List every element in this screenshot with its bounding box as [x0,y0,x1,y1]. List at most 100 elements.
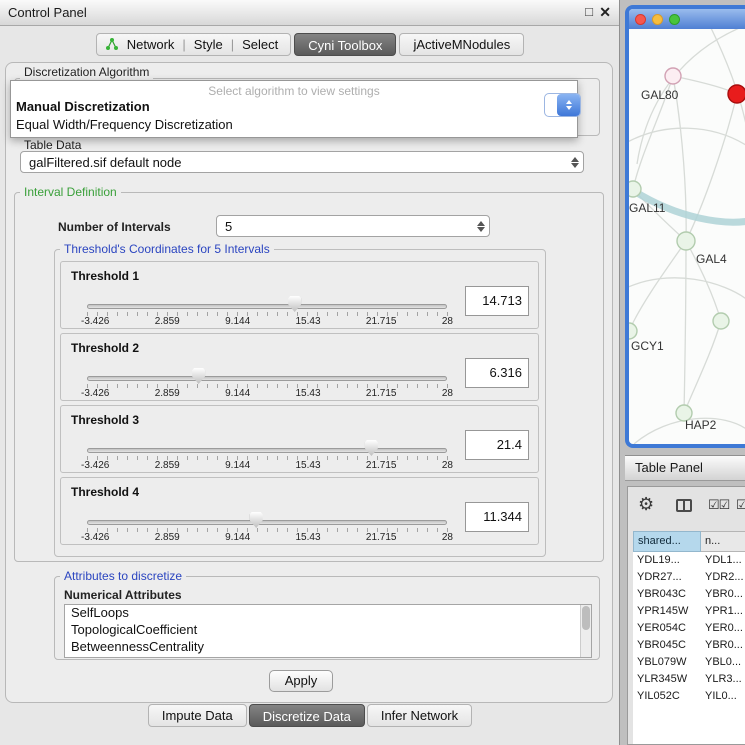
scale-tick-label: 21.715 [366,532,397,543]
network-node-label: GAL11 [629,201,666,215]
table-data-label: Table Data [24,138,81,152]
apply-button[interactable]: Apply [269,670,333,692]
table-cell[interactable]: YLR345W [633,671,701,688]
table-row[interactable]: YER054CYER0... [633,620,745,637]
close-icon[interactable]: ✕ [599,4,611,21]
table-cell[interactable]: YIL052C [633,688,701,705]
table-row[interactable]: YPR145WYPR1... [633,603,745,620]
checkbox-icon[interactable]: ☑ [736,497,745,513]
threshold-slider-track[interactable] [87,376,447,381]
table-data-combobox[interactable]: galFiltered.sif default node [20,151,584,173]
network-node[interactable] [629,323,637,339]
network-node[interactable] [629,181,641,197]
threshold-value-field[interactable]: 11.344 [465,502,529,532]
attributes-group-label: Attributes to discretize [60,569,186,583]
table-cell[interactable]: YDL1... [701,552,745,569]
column-header-name[interactable]: n... [701,531,745,552]
tab-style[interactable]: Style [186,37,231,52]
algorithm-dropdown-popup: Select algorithm to view settings Manual… [10,80,578,138]
tab-select[interactable]: Select [234,37,286,52]
threshold-value-field[interactable]: 21.4 [465,430,529,460]
network-window-titlebar[interactable] [629,9,745,29]
table-row[interactable]: YBL079WYBL0... [633,654,745,671]
table-cell[interactable]: YER0... [701,620,745,637]
table-cell[interactable]: YDR27... [633,569,701,586]
table-rows: YDL19...YDL1...YDR27...YDR2...YBR043CYBR… [633,552,745,705]
threshold-slider-thumb[interactable] [288,296,301,312]
threshold-slider-track[interactable] [87,304,447,309]
threshold-label: Threshold 1 [71,269,139,283]
table-row[interactable]: YBR043CYBR0... [633,586,745,603]
zoom-traffic-light-icon[interactable] [669,14,680,25]
table-cell[interactable]: YLR3... [701,671,745,688]
threshold-box: Threshold 2-3.4262.8599.14415.4321.71528… [60,333,539,401]
table-cell[interactable]: YBR0... [701,637,745,654]
network-node[interactable] [665,68,681,84]
threshold-slider-thumb[interactable] [250,512,263,528]
threshold-value-field[interactable]: 14.713 [465,286,529,316]
threshold-slider-track[interactable] [87,448,447,453]
threshold-slider-thumb[interactable] [192,368,205,384]
table-cell[interactable]: YDL19... [633,552,701,569]
scale-tick-label: 2.859 [155,532,180,543]
table-cell[interactable]: YER054C [633,620,701,637]
tab-impute-data[interactable]: Impute Data [148,704,247,727]
tab-infer-network[interactable]: Infer Network [367,704,472,727]
table-panel-window: ⚙ ☑☑ ☑ shared... n... YDL19...YDL1...YDR… [627,486,745,745]
table-row[interactable]: YBR045CYBR0... [633,637,745,654]
table-cell[interactable]: YBR0... [701,586,745,603]
threshold-slider-track[interactable] [87,520,447,525]
attribute-list-item[interactable]: SelfLoops [65,605,591,622]
threshold-value-field[interactable]: 6.316 [465,358,529,388]
table-cell[interactable]: YBR043C [633,586,701,603]
table-row[interactable]: YDR27...YDR2... [633,569,745,586]
tab-discretize-data[interactable]: Discretize Data [249,704,365,727]
table-row[interactable]: YDL19...YDL1... [633,552,745,569]
table-row[interactable]: YLR345WYLR3... [633,671,745,688]
stepper-arrows-icon [557,94,580,116]
tab-cyni-toolbox[interactable]: Cyni Toolbox [294,33,396,56]
table-cell[interactable]: YBR045C [633,637,701,654]
columns-icon[interactable] [676,499,692,512]
node-attribute-table: shared... n... YDL19...YDL1...YDR27...YD… [633,531,745,745]
tab-jactivemodules[interactable]: jActiveMNodules [399,33,524,56]
algorithm-prompt-item[interactable]: Select algorithm to view settings [11,84,577,98]
control-panel-titlebar: Control Panel □ ✕ [0,0,619,26]
table-cell[interactable]: YDR2... [701,569,745,586]
popup-option-equal-width[interactable]: Equal Width/Frequency Discretization [11,116,577,134]
algorithm-combobox-stepper[interactable] [544,93,581,117]
list-scrollbar[interactable] [580,605,591,657]
minimize-traffic-light-icon[interactable] [652,14,663,25]
network-node[interactable] [713,313,729,329]
popup-option-manual-discretization[interactable]: Manual Discretization [11,98,577,116]
table-row[interactable]: YIL052CYIL0... [633,688,745,705]
close-traffic-light-icon[interactable] [635,14,646,25]
float-window-icon[interactable]: □ [585,4,593,19]
gear-icon[interactable]: ⚙ [638,494,654,515]
table-cell[interactable]: YPR1... [701,603,745,620]
tab-network[interactable]: Network [119,37,183,52]
attribute-list-item[interactable]: BetweennessCentrality [65,639,591,656]
scale-tick-label: 15.43 [296,532,321,543]
scale-tick-label: 28 [442,460,453,471]
network-node-label: GAL4 [696,252,727,266]
slider-scale-labels: -3.4262.8599.14415.4321.71528 [81,388,453,399]
table-cell[interactable]: YPR145W [633,603,701,620]
number-of-intervals-combobox[interactable]: 5 [216,215,490,237]
scale-tick-label: 2.859 [155,316,180,327]
scale-tick-label: 15.43 [296,316,321,327]
network-canvas[interactable]: GAL80GAL11GAL4GCY1HAP2 [629,29,745,444]
select-all-icon[interactable]: ☑☑ [708,497,729,513]
table-cell[interactable]: YBL0... [701,654,745,671]
column-header-shared-name[interactable]: shared... [633,531,701,552]
control-panel-tab-bar: Network | Style | Select Cyni Toolbox jA… [0,32,620,56]
table-panel-titlebar[interactable]: Table Panel [625,455,745,481]
network-node[interactable] [677,232,695,250]
table-cell[interactable]: YBL079W [633,654,701,671]
scrollbar-thumb[interactable] [582,606,590,630]
threshold-slider-thumb[interactable] [365,440,378,456]
scale-tick-label: 9.144 [225,532,250,543]
network-node[interactable] [728,85,745,103]
table-cell[interactable]: YIL0... [701,688,745,705]
attribute-list-item[interactable]: TopologicalCoefficient [65,622,591,639]
